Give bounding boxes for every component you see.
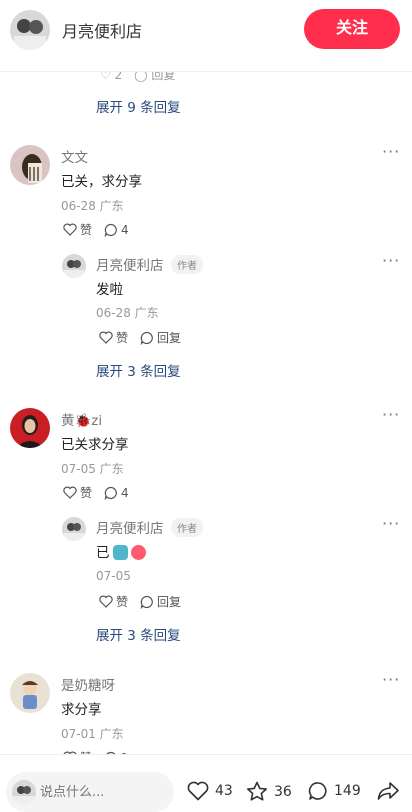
my-avatar [12,780,36,804]
star-icon [247,781,267,801]
comment-username[interactable]: 文文 [61,146,88,166]
comment-meta: 07-01 广东 [61,727,124,741]
bottom-action-bar: 43 36 149 [0,754,412,812]
comment-username[interactable]: 是奶糖呀 [61,674,115,694]
share-icon [377,782,399,800]
chat-bubble-icon [104,486,117,500]
reply-button[interactable]: 4 [104,223,129,237]
reply-actions: 赞 回复 [99,593,193,610]
reply-actions: 赞 回复 [99,329,193,346]
reply-avatar[interactable] [62,517,86,541]
more-icon[interactable]: ··· [382,405,400,424]
like-button[interactable]: 赞 [63,484,92,501]
comment-stat[interactable]: 149 [308,781,361,801]
comment-actions: 赞 4 [63,221,141,238]
shop-avatar[interactable] [10,10,50,50]
like-stat[interactable]: 43 [187,781,233,801]
like-button[interactable]: 赞 [63,221,92,238]
comment-input-box[interactable] [6,772,174,812]
heart-icon[interactable]: ♡ [100,72,111,82]
reply-text: 已 [96,541,146,561]
avatar[interactable] [10,673,50,713]
comment-username[interactable]: 黄🐞zi [61,409,102,429]
comment-input[interactable] [40,782,168,802]
star-stat[interactable]: 36 [246,781,292,802]
shop-name[interactable]: 月亮便利店 [62,18,142,42]
expand-replies-link[interactable]: 展开 3 条回复 [96,360,181,380]
reply-button[interactable]: 回复 [140,593,181,610]
like-button[interactable]: 赞 [99,593,128,610]
heart-icon [63,223,77,236]
top-bar: 月亮便利店 关注 [0,0,412,72]
comment-meta: 06-28 广东 [61,199,124,213]
like-button[interactable]: 赞 [99,329,128,346]
heart-icon [187,781,209,801]
comment-list: ♡ 2 ◯ 回复 展开 9 条回复 文文 ··· 已关，求分享 06-28 广东… [0,72,412,754]
chat-bubble-icon [104,223,117,237]
author-badge: 作者 [171,518,203,537]
sticker-emoji-icon [112,545,128,560]
reply-meta: 06-28 广东 [96,306,159,320]
reply-avatar[interactable] [62,254,86,278]
comment-text: 已关，求分享 [61,174,142,190]
more-icon[interactable]: ··· [382,514,400,533]
avatar[interactable] [10,408,50,448]
reply-icon[interactable]: ◯ [134,72,147,82]
expand-replies-link[interactable]: 展开 3 条回复 [96,624,181,644]
heart-icon [99,595,113,608]
heart-icon [99,331,113,344]
comment-text: 已关求分享 [61,437,129,453]
reply-button[interactable]: 回复 [140,329,181,346]
comment-text: 求分享 [61,702,102,718]
comment-actions: 赞 4 [63,484,141,501]
follow-button[interactable]: 关注 [304,9,400,49]
chat-bubble-icon [140,595,153,609]
chat-bubble-icon [140,331,153,345]
reply-text: 发啦 [96,282,123,298]
bubble-emoji-icon [130,545,146,560]
avatar[interactable] [10,145,50,185]
more-icon[interactable]: ··· [382,142,400,161]
reply-username[interactable]: 月亮便利店 [96,517,164,537]
reply-button[interactable]: 4 [104,486,129,500]
heart-icon [63,486,77,499]
chat-bubble-icon [308,782,327,800]
more-icon[interactable]: ··· [382,670,400,689]
cut-actions-row: ♡ 2 ◯ 回复 [100,72,175,83]
author-badge: 作者 [171,255,203,274]
share-button[interactable] [377,781,405,801]
comment-meta: 07-05 广东 [61,462,124,476]
expand-replies-link[interactable]: 展开 9 条回复 [96,96,181,116]
more-icon[interactable]: ··· [382,251,400,270]
reply-username[interactable]: 月亮便利店 [96,254,164,274]
reply-meta: 07-05 [96,569,131,583]
